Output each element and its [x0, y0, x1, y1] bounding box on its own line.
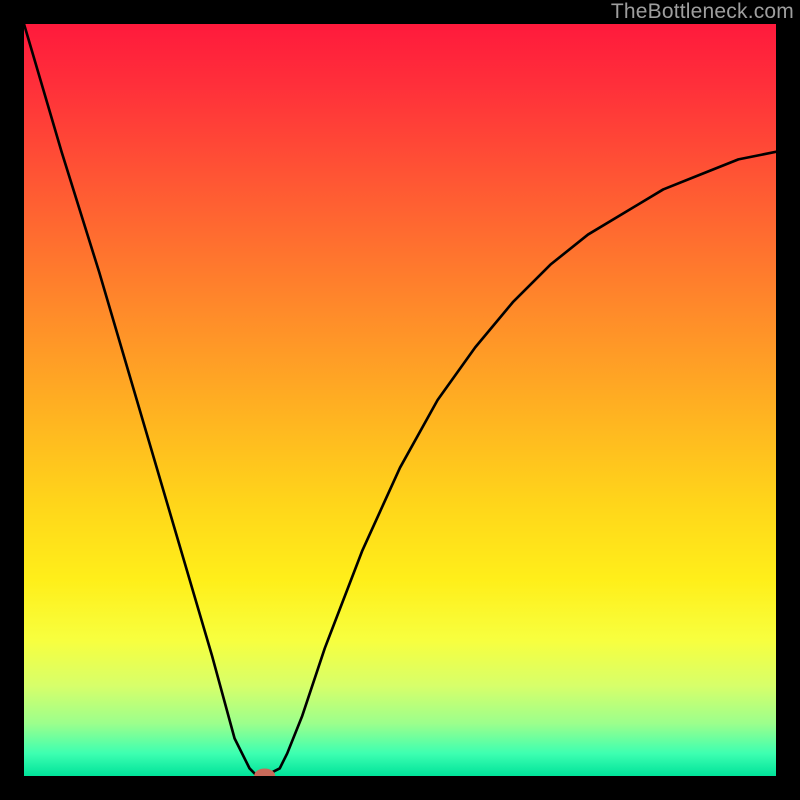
- bottleneck-curve: [24, 24, 776, 776]
- attribution-text: TheBottleneck.com: [611, 0, 794, 24]
- plot-svg: [24, 24, 776, 776]
- curve-min-marker: [254, 768, 275, 776]
- chart-frame: TheBottleneck.com: [0, 0, 800, 800]
- plot-area: [24, 24, 776, 776]
